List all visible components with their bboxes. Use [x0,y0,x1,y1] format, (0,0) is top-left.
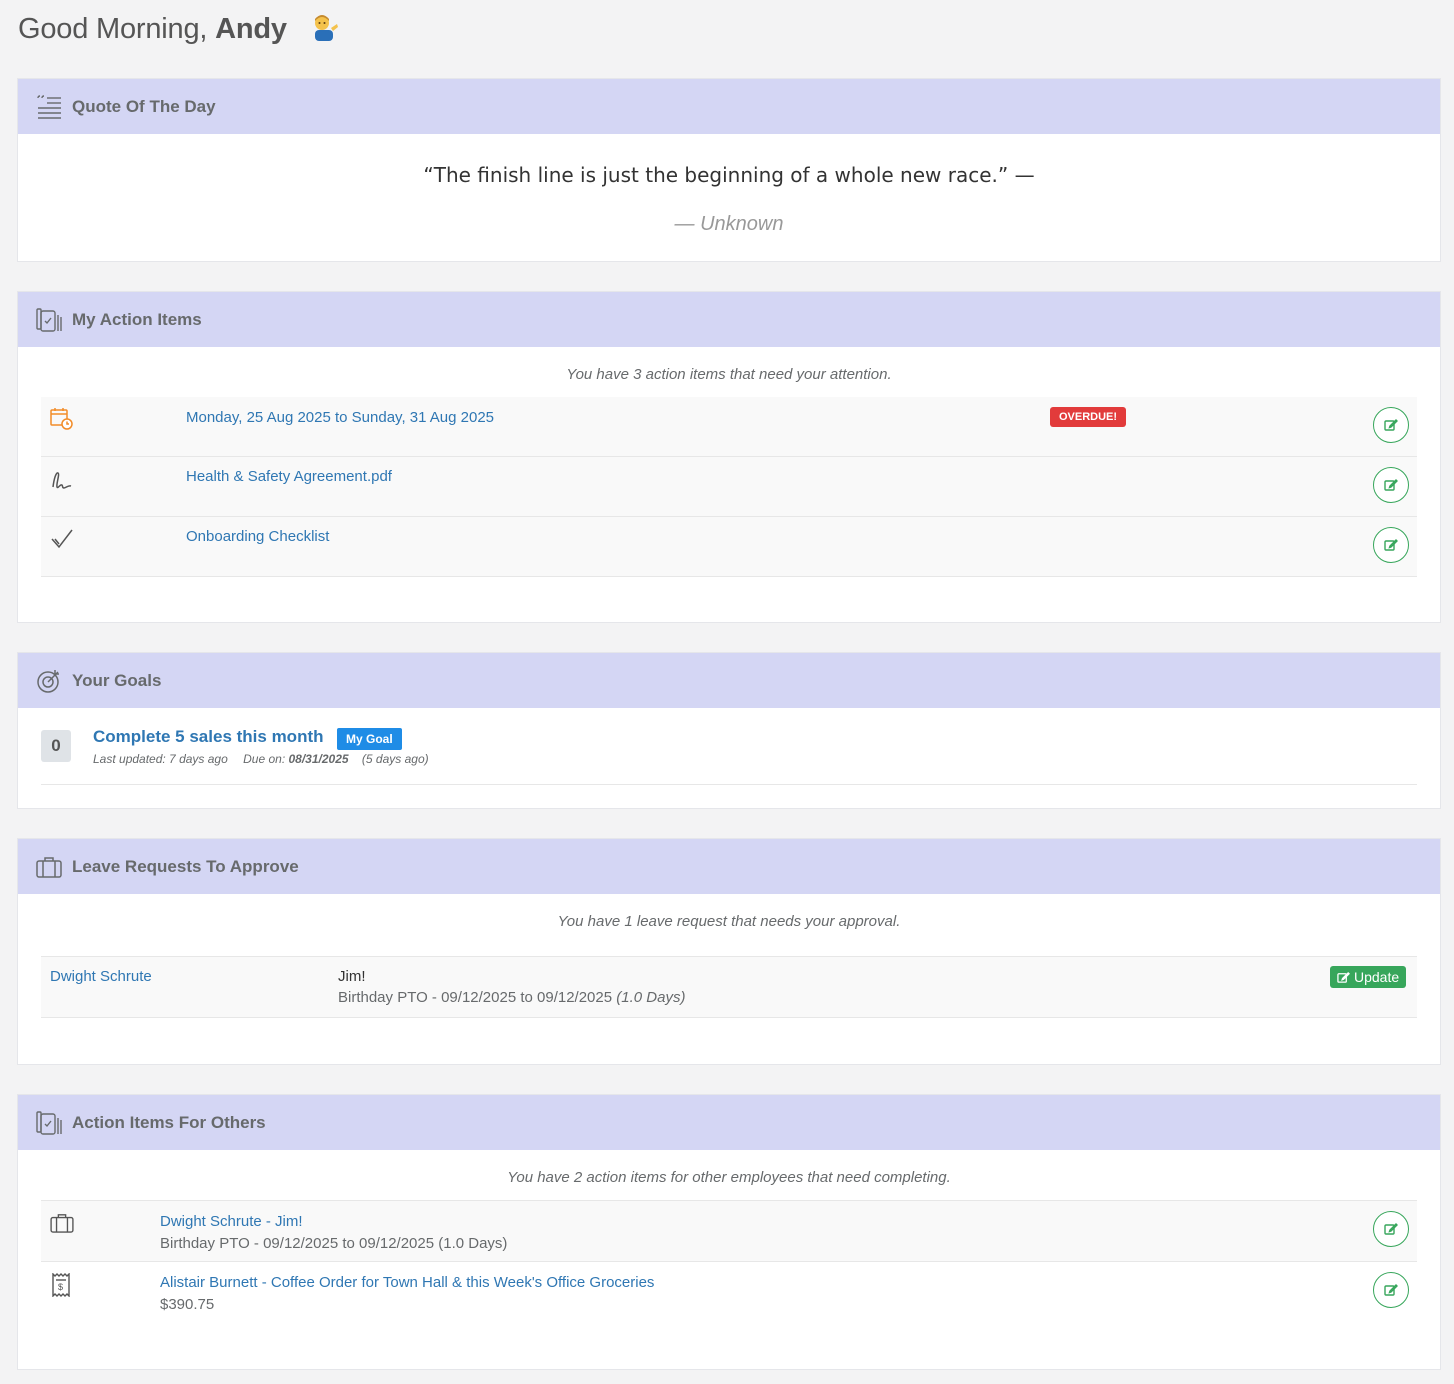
others-action-items-panel: Action Items For Others You have 2 actio… [17,1094,1441,1370]
goals-header: Your Goals [18,653,1440,708]
leave-note: Jim! [338,968,366,985]
goal-due-label: Due on: [243,752,286,766]
leave-employee-link[interactable]: Dwight Schrute [50,968,152,985]
others-action-row[interactable]: Dwight Schrute - Jim! Birthday PTO - 09/… [41,1200,1417,1262]
my-action-items-header: My Action Items [18,292,1440,347]
others-action-link[interactable]: Alistair Burnett - Coffee Order for Town… [160,1274,654,1291]
others-action-row[interactable]: $ Alistair Burnett - Coffee Order for To… [41,1262,1417,1322]
edit-icon [1384,419,1398,431]
svg-text:$: $ [58,1282,63,1292]
overdue-badge: OVERDUE! [1050,407,1127,427]
goal-progress: 0 [41,730,71,762]
leave-requests-header: Leave Requests To Approve [18,839,1440,894]
signature-icon [50,469,74,496]
action-item-link[interactable]: Onboarding Checklist [186,528,329,545]
goal-due-relative: (5 days ago) [361,752,429,766]
leave-request-row: Dwight Schrute Jim! Birthday PTO - 09/12… [41,956,1417,1018]
action-item-row[interactable]: Monday, 25 Aug 2025 to Sunday, 31 Aug 20… [41,397,1417,457]
edit-icon [1384,1223,1398,1235]
edit-button[interactable] [1373,527,1409,563]
edit-button[interactable] [1373,1211,1409,1247]
others-action-sub: Birthday PTO - 09/12/2025 to 09/12/2025 … [160,1235,508,1252]
action-item-link[interactable]: Health & Safety Agreement.pdf [186,468,392,485]
quote-author: — Unknown [674,213,784,235]
others-action-sub: $390.75 [160,1296,215,1313]
greeting-prefix: Good Morning, [18,13,208,45]
checkmark-icon [50,528,74,555]
leave-days: (1.0 Days) [616,989,686,1006]
briefcase-icon [36,854,62,880]
goal-last-updated: Last updated: 7 days ago [93,752,228,766]
action-item-row[interactable]: Onboarding Checklist [41,517,1417,577]
edit-button[interactable] [1373,407,1409,443]
goal-link[interactable]: Complete 5 sales this month [93,727,324,747]
edit-button[interactable] [1373,467,1409,503]
leave-summary: You have 1 leave request that needs your… [557,913,901,930]
greeting: Good Morning, Andy [18,12,339,46]
leave-detail-text: Birthday PTO - 09/12/2025 to 09/12/2025 [338,989,613,1006]
goal-tag: My Goal [337,728,402,750]
edit-icon [1337,971,1350,983]
person-tipping-hand-icon [309,12,339,42]
goals-title: Your Goals [72,670,162,690]
edit-icon [1384,479,1398,491]
others-action-items-header: Action Items For Others [18,1095,1440,1150]
edit-icon [1384,1284,1398,1296]
briefcase-icon [50,1213,74,1238]
leave-detail: Birthday PTO - 09/12/2025 to 09/12/2025 … [338,989,685,1006]
clipboard-check-icon [36,1110,62,1136]
quote-text: “The finish line is just the beginning o… [423,163,1035,187]
update-button-label: Update [1354,969,1400,985]
action-item-row[interactable]: Health & Safety Agreement.pdf [41,457,1417,517]
my-action-items-panel: My Action Items You have 3 action items … [17,291,1441,623]
calendar-clock-icon [50,407,74,436]
others-action-items-title: Action Items For Others [72,1112,266,1132]
others-action-link[interactable]: Dwight Schrute - Jim! [160,1213,303,1230]
clipboard-check-icon [36,307,62,333]
receipt-icon: $ [51,1272,71,1302]
quote-header: Quote Of The Day [18,79,1440,134]
target-icon [36,668,62,694]
edit-icon [1384,539,1398,551]
edit-button[interactable] [1373,1272,1409,1308]
quote-lines-icon [36,94,62,120]
goal-meta: Last updated: 7 days ago Due on: 08/31/2… [93,752,429,766]
goal-due-date: 08/31/2025 [288,752,349,766]
greeting-name: Andy [215,13,287,45]
others-summary: You have 2 action items for other employ… [507,1169,951,1186]
quote-panel: Quote Of The Day “The finish line is jus… [17,78,1441,262]
goals-panel: Your Goals 0 Complete 5 sales this month… [17,652,1441,809]
leave-requests-title: Leave Requests To Approve [72,856,299,876]
my-action-items-summary: You have 3 action items that need your a… [566,366,892,383]
divider [41,784,1417,785]
quote-title: Quote Of The Day [72,96,216,116]
update-button[interactable]: Update [1330,966,1407,988]
leave-requests-panel: Leave Requests To Approve You have 1 lea… [17,838,1441,1065]
action-item-link[interactable]: Monday, 25 Aug 2025 to Sunday, 31 Aug 20… [186,409,494,426]
my-action-items-title: My Action Items [72,309,202,329]
